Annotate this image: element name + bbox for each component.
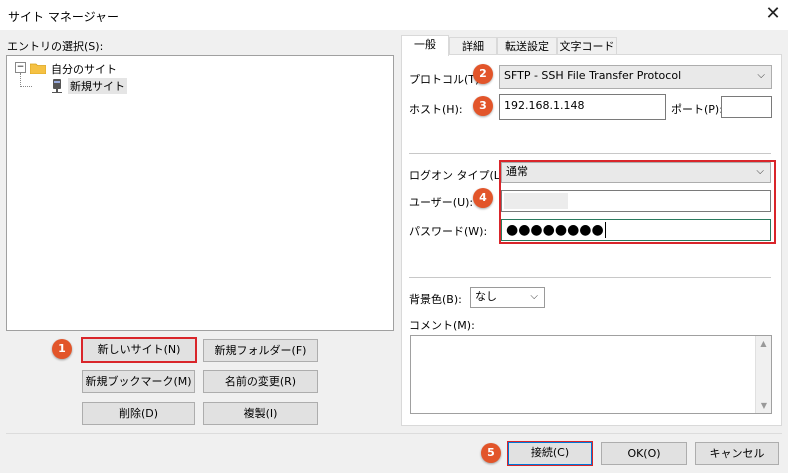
- new-site-button[interactable]: 新しいサイト(N): [81, 337, 197, 363]
- comment-label: コメント(M):: [409, 319, 475, 332]
- chevron-down-icon: ⌵: [530, 291, 538, 302]
- user-redaction: [504, 193, 568, 209]
- bg-color-select[interactable]: なし ⌵: [470, 287, 545, 308]
- close-icon[interactable]: ✕: [762, 4, 784, 24]
- folder-icon: [29, 62, 47, 75]
- site-tree[interactable]: − 自分のサイト 新規サイト: [6, 55, 394, 331]
- host-label: ホスト(H):: [409, 103, 463, 116]
- divider: [409, 153, 771, 154]
- footer-divider: [6, 433, 782, 434]
- step-badge-3: 3: [473, 96, 493, 116]
- protocol-label: プロトコル(T):: [409, 73, 484, 86]
- text-caret: [604, 222, 606, 238]
- duplicate-button[interactable]: 複製(I): [203, 402, 318, 425]
- host-input[interactable]: 192.168.1.148: [499, 94, 666, 120]
- tab-transfer-settings[interactable]: 転送設定: [497, 37, 557, 55]
- logon-type-select[interactable]: 通常 ⌵: [501, 162, 771, 183]
- protocol-value: SFTP - SSH File Transfer Protocol: [504, 69, 682, 82]
- window-title: サイト マネージャー: [8, 10, 119, 24]
- step-badge-4: 4: [473, 188, 493, 208]
- tab-general[interactable]: 一般: [401, 35, 449, 56]
- password-input[interactable]: ●●●●●●●●: [501, 219, 771, 241]
- scrollbar[interactable]: ▲ ▼: [755, 336, 771, 413]
- step-badge-1: 1: [52, 339, 72, 359]
- rename-button[interactable]: 名前の変更(R): [203, 370, 318, 393]
- chevron-down-icon: ⌵: [756, 166, 764, 177]
- port-label: ポート(P):: [671, 103, 723, 116]
- new-bookmark-button[interactable]: 新規ブックマーク(M): [82, 370, 195, 393]
- port-input[interactable]: [721, 96, 772, 118]
- logon-type-label: ログオン タイプ(L):: [409, 169, 508, 182]
- delete-button[interactable]: 削除(D): [82, 402, 195, 425]
- tree-connector: [20, 86, 32, 87]
- tree-collapse-icon[interactable]: −: [15, 62, 26, 73]
- bg-color-label: 背景色(B):: [409, 293, 462, 306]
- logon-type-value: 通常: [506, 165, 528, 178]
- password-label: パスワード(W):: [409, 225, 488, 238]
- server-icon: [52, 79, 62, 93]
- password-value: ●●●●●●●●: [506, 222, 604, 238]
- chevron-down-icon: ⌵: [757, 70, 765, 81]
- step-badge-5: 5: [481, 443, 501, 463]
- tab-charset[interactable]: 文字コード: [557, 37, 617, 55]
- scroll-down-icon[interactable]: ▼: [756, 401, 772, 410]
- cancel-button[interactable]: キャンセル: [695, 442, 779, 465]
- tab-advanced[interactable]: 詳細: [449, 37, 497, 55]
- entry-select-label: エントリの選択(S):: [7, 40, 104, 53]
- tree-folder-label[interactable]: 自分のサイト: [51, 61, 117, 77]
- step-badge-2: 2: [473, 64, 493, 84]
- comment-textarea[interactable]: ▲ ▼: [410, 335, 772, 414]
- bg-color-value: なし: [475, 290, 497, 303]
- ok-button[interactable]: OK(O): [601, 442, 687, 465]
- connect-button[interactable]: 接続(C): [507, 441, 593, 466]
- scroll-up-icon[interactable]: ▲: [756, 339, 771, 348]
- tree-connector: [20, 73, 21, 87]
- new-folder-button[interactable]: 新規フォルダー(F): [203, 339, 318, 362]
- protocol-select[interactable]: SFTP - SSH File Transfer Protocol ⌵: [499, 65, 772, 89]
- divider: [409, 277, 771, 278]
- tree-site-label[interactable]: 新規サイト: [68, 78, 127, 94]
- user-label: ユーザー(U):: [409, 196, 474, 209]
